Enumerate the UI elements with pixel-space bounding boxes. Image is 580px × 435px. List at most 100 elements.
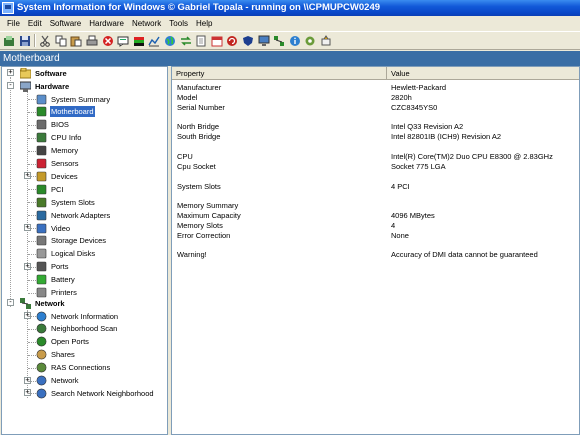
save-icon[interactable] — [19, 35, 31, 47]
tree-guide — [28, 380, 36, 382]
tree-item-search-network-neighborhood[interactable]: + Search Network Neighborhood — [2, 387, 155, 399]
expand-toggle[interactable]: + — [7, 69, 14, 76]
table-row[interactable]: Error Correction None — [172, 231, 579, 241]
property-cell: System Slots — [177, 181, 221, 191]
value-cell: 4096 MBytes — [391, 211, 435, 221]
tree-item-devices[interactable]: + Devices — [2, 170, 79, 182]
cpu-icon — [36, 132, 47, 143]
tree-item-storage-devices[interactable]: Storage Devices — [2, 235, 107, 247]
navigation-tree[interactable]: + Software - Hardware System Summary Moth… — [1, 66, 168, 435]
tree-item-open-ports[interactable]: Open Ports — [2, 336, 90, 348]
settings-icon[interactable] — [304, 35, 316, 47]
tree-item-ras-connections[interactable]: RAS Connections — [2, 362, 111, 374]
table-row[interactable]: CPU Intel(R) Core(TM)2 Duo CPU E8300 @ 2.… — [172, 151, 579, 162]
globe-icon[interactable] — [164, 35, 176, 47]
tree-item-system-slots[interactable]: System Slots — [2, 196, 96, 208]
table-row[interactable]: North Bridge Intel Q33 Revision A2 — [172, 122, 579, 132]
tree-item-memory[interactable]: Memory — [2, 145, 79, 157]
menu-software[interactable]: Software — [46, 16, 86, 31]
tree-item-network-adapters[interactable]: Network Adapters — [2, 209, 111, 221]
table-row[interactable]: Serial Number CZC8345YS0 — [172, 103, 579, 113]
tree-node-hardware[interactable]: - Hardware — [2, 80, 70, 92]
tree-item-neighborhood-scan[interactable]: Neighborhood Scan — [2, 323, 118, 335]
storage-icon — [36, 235, 47, 246]
tree-guide — [28, 228, 36, 229]
transfer-icon[interactable] — [180, 35, 192, 47]
shield-icon[interactable] — [242, 35, 254, 47]
tree-node-software[interactable]: + Software — [2, 67, 68, 79]
menu-tools[interactable]: Tools — [165, 16, 192, 31]
calendar-icon[interactable] — [211, 35, 223, 47]
tree-item-pci[interactable]: PCI — [2, 183, 65, 195]
print-icon[interactable] — [86, 35, 98, 47]
property-cell: Memory Summary — [177, 201, 239, 211]
tree-item-battery[interactable]: Battery — [2, 274, 76, 286]
table-row[interactable]: South Bridge Intel 82801IB (ICH9) Revisio… — [172, 132, 579, 142]
motherboard-icon — [36, 106, 47, 117]
collapse-toggle[interactable]: - — [7, 82, 14, 89]
table-row[interactable]: Model 2820h — [172, 92, 579, 103]
color-bars-icon[interactable] — [133, 35, 145, 47]
open-report-icon[interactable] — [3, 35, 15, 47]
column-header-property[interactable]: Property — [172, 67, 387, 80]
summary-icon — [36, 94, 47, 105]
tree-item-video[interactable]: + Video — [2, 222, 71, 234]
menu-edit[interactable]: Edit — [24, 16, 46, 31]
menu-help[interactable]: Help — [192, 16, 216, 31]
tree-node-network[interactable]: - Network — [2, 297, 66, 309]
table-row[interactable] — [172, 172, 579, 182]
window-titlebar[interactable]: System Information for Windows © Gabriel… — [0, 0, 580, 16]
menu-network[interactable]: Network — [128, 16, 165, 31]
tree-guide — [28, 124, 36, 126]
column-header-value[interactable]: Value — [387, 67, 579, 80]
info-icon[interactable] — [289, 35, 301, 47]
table-row[interactable]: Warning! Accuracy of DMI data cannot be g… — [172, 250, 579, 260]
refresh-icon[interactable] — [226, 35, 238, 47]
pci-icon — [36, 184, 47, 195]
tree-item-ports[interactable]: + Ports — [2, 261, 70, 273]
document-icon[interactable] — [195, 35, 207, 47]
table-row[interactable] — [172, 142, 579, 152]
table-row[interactable]: Cpu Socket Socket 775 LGA — [172, 162, 579, 172]
table-row[interactable]: Maximum Capacity 4096 MBytes — [172, 211, 579, 221]
value-cell: Hewlett-Packard — [391, 83, 447, 92]
collapse-toggle[interactable]: - — [7, 299, 14, 306]
tree-guide — [28, 202, 36, 204]
table-row[interactable] — [172, 113, 579, 123]
value-cell: 4 PCI — [391, 181, 410, 191]
table-row[interactable]: Memory Slots 4 — [172, 221, 579, 231]
table-row[interactable]: System Slots 4 PCI — [172, 181, 579, 192]
tree-item-shares[interactable]: Shares — [2, 349, 76, 361]
cut-icon[interactable] — [39, 35, 51, 47]
table-row[interactable]: Manufacturer Hewlett-Packard — [172, 83, 579, 93]
display-icon[interactable] — [258, 35, 270, 47]
tree-item-system-summary[interactable]: System Summary — [2, 93, 111, 105]
tree-guide — [28, 176, 36, 178]
menu-file[interactable]: File — [3, 16, 24, 31]
tree-item-bios[interactable]: BIOS — [2, 119, 70, 131]
stop-icon[interactable] — [102, 35, 114, 47]
network-icon[interactable] — [273, 35, 285, 47]
table-row[interactable]: Memory Summary — [172, 201, 579, 211]
tree-item-network-information[interactable]: + Network Information — [2, 310, 119, 322]
copy-icon[interactable] — [55, 35, 67, 47]
message-icon[interactable] — [117, 35, 129, 47]
value-cell: Intel(R) Core(TM)2 Duo CPU E8300 @ 2.83G… — [391, 151, 553, 161]
tree-guide — [28, 137, 36, 139]
table-row[interactable] — [172, 241, 579, 251]
chart-icon[interactable] — [148, 35, 160, 47]
open-ports-icon — [36, 336, 47, 347]
tree-guide — [28, 328, 36, 330]
menu-hardware[interactable]: Hardware — [85, 16, 128, 31]
tree-item-cpu-info[interactable]: CPU Info — [2, 132, 82, 144]
value-cell: 2820h — [391, 92, 412, 102]
table-row[interactable] — [172, 191, 579, 201]
paste-icon[interactable] — [70, 35, 82, 47]
launch-icon[interactable] — [320, 34, 332, 47]
tree-item-sensors[interactable]: Sensors — [2, 158, 80, 170]
tree-item-network[interactable]: + Network — [2, 375, 80, 387]
tree-item-logical-disks[interactable]: Logical Disks — [2, 248, 96, 260]
tree-guide — [28, 240, 36, 242]
tree-item-motherboard[interactable]: Motherboard — [2, 106, 95, 118]
value-cell: Intel Q33 Revision A2 — [391, 122, 464, 132]
